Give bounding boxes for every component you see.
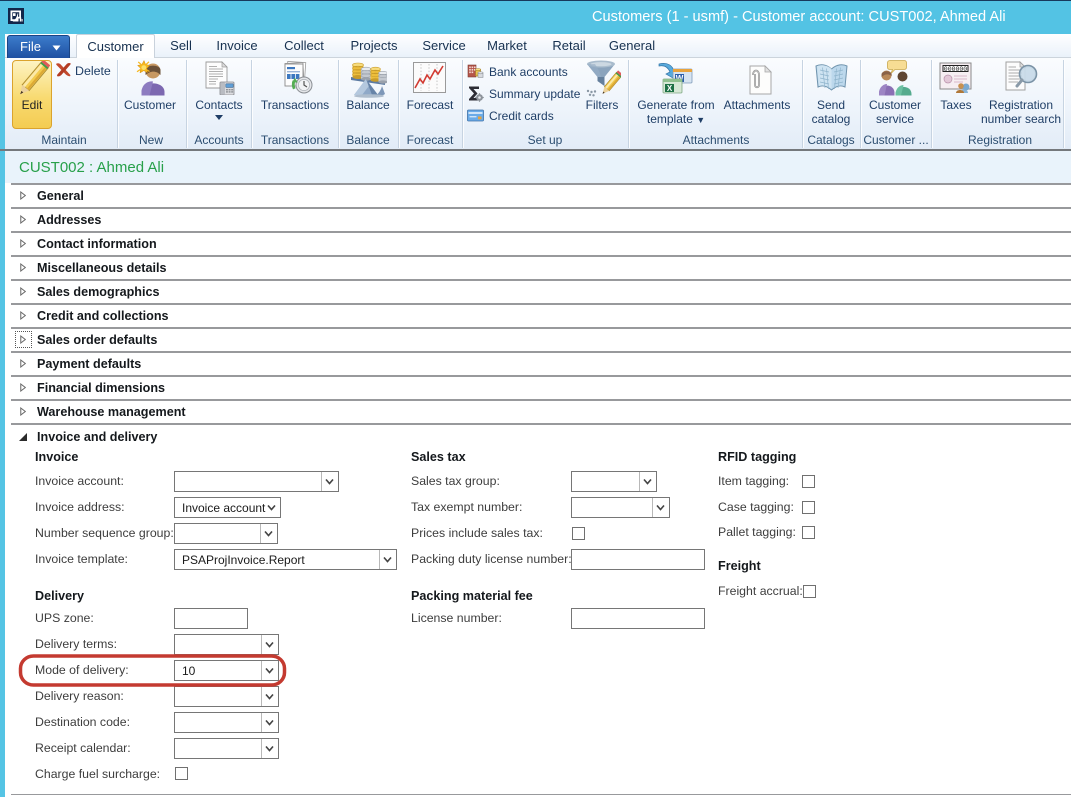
svg-text:X: X [667,84,673,93]
svg-text:000000: 000000 [944,66,968,73]
